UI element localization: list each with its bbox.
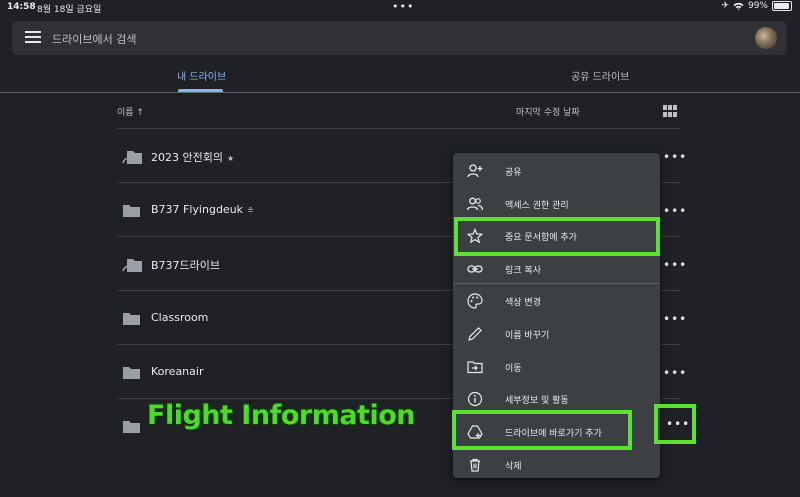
- menu-item-copy-link[interactable]: 링크 복사: [453, 252, 660, 285]
- menu-label: 이동: [505, 364, 522, 374]
- menu-item-share[interactable]: 공유: [453, 154, 660, 187]
- move-folder-icon: [467, 361, 483, 374]
- last-modified-header[interactable]: 마지막 수정 날짜: [516, 105, 580, 118]
- folder-icon: [123, 313, 140, 325]
- flight-information-label: Flight Information: [147, 400, 415, 431]
- status-bar: 14:58 8월 18일 금요일 ••• ✈ 99%: [0, 0, 800, 15]
- people-icon: [467, 197, 483, 211]
- palette-icon: [467, 293, 483, 309]
- menu-item-change-color[interactable]: 색상 변경: [453, 284, 660, 317]
- avatar[interactable]: [755, 27, 777, 49]
- starred-icon: ★: [226, 154, 235, 163]
- link-icon: [467, 265, 483, 273]
- status-right: ✈ 99%: [721, 1, 792, 11]
- tab-shared-drives[interactable]: 공유 드라이브: [571, 68, 629, 83]
- shortcut-folder-icon: [122, 259, 142, 272]
- highlight-box-starred: [454, 217, 660, 256]
- more-options-icon[interactable]: •••: [663, 204, 687, 218]
- menu-item-manage-access[interactable]: 액세스 권한 관리: [453, 187, 660, 220]
- menu-item-rename[interactable]: 이름 바꾸기: [453, 317, 660, 350]
- info-icon: [467, 391, 483, 407]
- folder-icon: [123, 367, 140, 379]
- menu-label: 링크 복사: [505, 266, 541, 276]
- file-name: Classroom: [151, 311, 209, 324]
- menu-label: 액세스 권한 관리: [505, 201, 569, 211]
- tab-my-drive[interactable]: 내 드라이브: [177, 68, 226, 83]
- shared-icon: ≗: [247, 206, 254, 215]
- menu-label: 공유: [505, 168, 522, 178]
- wifi-icon: [733, 2, 744, 10]
- person-add-icon: [467, 164, 483, 178]
- more-options-icon[interactable]: •••: [663, 258, 687, 272]
- more-options-icon[interactable]: •••: [663, 366, 687, 380]
- highlight-box-shortcut: [452, 410, 632, 450]
- grid-view-icon[interactable]: [663, 105, 677, 117]
- file-name: B737드라이브: [151, 259, 221, 272]
- search-bar[interactable]: 드라이브에서 검색: [12, 21, 787, 55]
- more-options-icon[interactable]: •••: [663, 150, 687, 164]
- file-name: Koreanair: [151, 365, 204, 378]
- airplane-mode-icon: ✈: [721, 1, 729, 11]
- folder-icon: [123, 421, 140, 433]
- more-options-icon[interactable]: •••: [663, 312, 687, 326]
- status-time: 14:58: [7, 2, 36, 12]
- hamburger-menu-icon[interactable]: [25, 31, 41, 45]
- file-name: B737 Flyingdeuk ≗: [151, 203, 254, 216]
- menu-label: 삭제: [505, 462, 522, 472]
- trash-icon: [470, 458, 480, 472]
- menu-item-delete[interactable]: 삭제: [453, 448, 660, 481]
- folder-icon: [123, 205, 140, 217]
- multitask-dots-icon[interactable]: •••: [392, 0, 414, 13]
- menu-label: 세부정보 및 활동: [505, 396, 569, 406]
- sort-by-name-button[interactable]: 이름 ↑: [117, 105, 144, 118]
- shortcut-folder-icon: [122, 151, 142, 164]
- list-header: 이름 ↑ 마지막 수정 날짜: [117, 98, 681, 129]
- pencil-icon: [468, 327, 482, 341]
- active-tab-indicator: [178, 89, 223, 92]
- status-date: 8월 18일 금요일: [37, 5, 102, 15]
- drive-tabs: 내 드라이브 공유 드라이브: [0, 60, 800, 93]
- menu-label: 색상 변경: [505, 298, 541, 308]
- file-name: 2023 안전회의 ★: [151, 151, 235, 164]
- search-input[interactable]: 드라이브에서 검색: [52, 31, 136, 47]
- highlight-box-more-options: [654, 404, 696, 444]
- menu-label: 이름 바꾸기: [505, 331, 550, 341]
- battery-percent: 99%: [747, 1, 768, 11]
- menu-item-move[interactable]: 이동: [453, 350, 660, 383]
- battery-icon: [772, 1, 792, 11]
